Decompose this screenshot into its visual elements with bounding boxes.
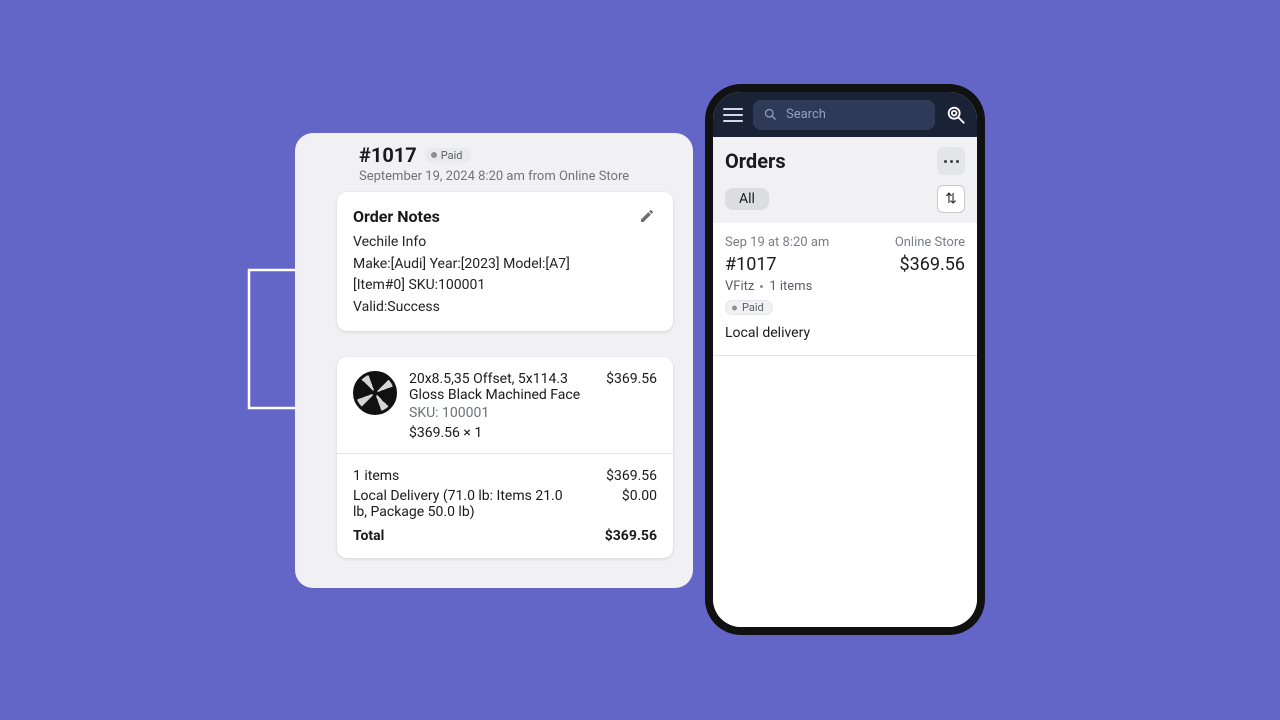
product-name: Gloss Black Machined Face bbox=[409, 387, 594, 403]
order-notes-title: Order Notes bbox=[353, 207, 440, 226]
order-date: Sep 19 at 8:20 am bbox=[725, 235, 829, 250]
line-item-card: 20x8.5,35 Offset, 5x114.3 Gloss Black Ma… bbox=[337, 357, 673, 558]
orders-title: Orders bbox=[725, 149, 786, 173]
phone-screen: Search Orders All ⇅ Sep 19 at 8:20 am On… bbox=[713, 92, 977, 627]
order-amount: $369.56 bbox=[900, 254, 965, 275]
pencil-icon bbox=[639, 208, 655, 224]
more-actions-button[interactable] bbox=[937, 147, 965, 175]
phone-frame: Search Orders All ⇅ Sep 19 at 8:20 am On… bbox=[705, 84, 985, 635]
filter-bar: All ⇅ bbox=[713, 185, 977, 223]
notes-line: Valid:Success bbox=[353, 297, 657, 319]
order-channel: Online Store bbox=[895, 235, 965, 250]
notes-line: Make:[Audi] Year:[2023] Model:[A7] bbox=[353, 254, 657, 276]
search-input[interactable]: Search bbox=[753, 100, 935, 130]
order-list-item[interactable]: Sep 19 at 8:20 am Online Store #1017 $36… bbox=[713, 223, 977, 356]
order-detail-panel: #1017 Paid September 19, 2024 8:20 am fr… bbox=[295, 133, 693, 588]
product-sku: SKU: 100001 bbox=[409, 405, 594, 421]
search-icon bbox=[763, 107, 778, 122]
product-name: 20x8.5,35 Offset, 5x114.3 bbox=[409, 371, 594, 387]
sort-icon: ⇅ bbox=[945, 191, 957, 207]
navbar: Search bbox=[713, 92, 977, 137]
status-badge-paid: Paid bbox=[425, 148, 471, 163]
order-id: #1017 bbox=[725, 254, 777, 275]
order-delivery: Local delivery bbox=[725, 325, 965, 341]
items-count-label: 1 items bbox=[353, 468, 399, 484]
notes-line: Vechile Info bbox=[353, 232, 657, 254]
orders-header: Orders bbox=[713, 137, 977, 185]
settings-button[interactable] bbox=[945, 104, 967, 126]
order-list: Sep 19 at 8:20 am Online Store #1017 $36… bbox=[713, 223, 977, 627]
dots-icon bbox=[944, 160, 947, 163]
order-item-count: 1 items bbox=[769, 279, 812, 294]
delivery-amount: $0.00 bbox=[622, 488, 657, 520]
order-notes-card: Order Notes Vechile Info Make:[Audi] Yea… bbox=[337, 192, 673, 331]
hamburger-icon bbox=[723, 108, 743, 110]
total-amount: $369.56 bbox=[605, 528, 657, 544]
search-placeholder: Search bbox=[786, 107, 826, 122]
dot-separator-icon bbox=[760, 285, 763, 288]
order-meta: September 19, 2024 8:20 am from Online S… bbox=[359, 169, 653, 184]
sort-button[interactable]: ⇅ bbox=[937, 185, 965, 213]
order-customer: VFitz bbox=[725, 279, 754, 294]
product-line-price: $369.56 bbox=[606, 371, 657, 441]
menu-button[interactable] bbox=[723, 108, 743, 122]
product-unit-qty: $369.56 × 1 bbox=[409, 425, 594, 441]
items-subtotal: $369.56 bbox=[606, 468, 657, 484]
delivery-label: Local Delivery (71.0 lb: Items 21.0 lb, … bbox=[353, 488, 573, 520]
edit-notes-button[interactable] bbox=[637, 206, 657, 226]
notes-line: [Item#0] SKU:100001 bbox=[353, 275, 657, 297]
gear-search-icon bbox=[945, 104, 967, 126]
order-id: #1017 bbox=[359, 143, 417, 167]
product-image-icon bbox=[353, 371, 397, 415]
total-label: Total bbox=[353, 528, 384, 544]
filter-all-chip[interactable]: All bbox=[725, 188, 769, 210]
status-badge-paid: Paid bbox=[725, 300, 773, 315]
